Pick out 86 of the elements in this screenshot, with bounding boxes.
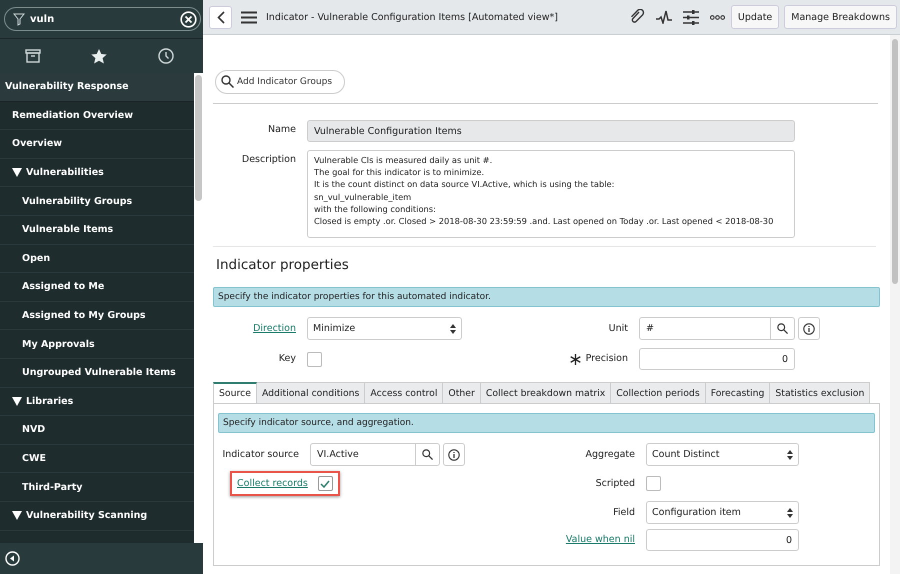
- nav-item[interactable]: Assigned to My Groups: [22, 310, 146, 322]
- clear-icon[interactable]: [180, 11, 197, 28]
- nav-item[interactable]: NVD: [22, 424, 46, 436]
- expanded-triangle-icon[interactable]: [12, 511, 22, 520]
- indicator-groups-field[interactable]: Add Indicator Groups: [215, 70, 345, 94]
- expanded-triangle-icon[interactable]: [12, 168, 22, 178]
- scripted-checkbox[interactable]: [646, 476, 661, 491]
- nav-item[interactable]: Remediation Overview: [12, 110, 134, 121]
- filter-icon: [13, 13, 25, 26]
- expanded-triangle-icon[interactable]: [12, 396, 22, 406]
- value-when-nil-field[interactable]: 0: [646, 529, 799, 551]
- key-checkbox[interactable]: [307, 352, 322, 366]
- field-label: Key: [278, 352, 296, 366]
- sort-arrows-icon: [787, 450, 793, 460]
- search-icon[interactable]: [777, 323, 788, 334]
- field-label: Aggregate: [584, 448, 635, 462]
- nav-item[interactable]: Vulnerabilities: [26, 167, 104, 178]
- more-icon[interactable]: [710, 14, 725, 20]
- nav-item[interactable]: Assigned to Me: [22, 281, 104, 292]
- nav-item[interactable]: CWE: [22, 453, 46, 464]
- check-icon: [320, 480, 330, 488]
- tab[interactable]: Other: [443, 382, 481, 404]
- field-select[interactable]: Configuration item: [646, 501, 799, 524]
- indicator-source-field[interactable]: VI.Active: [310, 443, 440, 466]
- tab[interactable]: Collection periods: [611, 382, 706, 404]
- field-label: Unit: [608, 322, 628, 336]
- field-label: Scripted: [594, 476, 635, 490]
- paperclip-icon[interactable]: [628, 9, 645, 25]
- info-message: Specify the indicator properties for this automated indicator.: [213, 287, 880, 307]
- clock-icon[interactable]: [158, 48, 174, 64]
- tab[interactable]: Additional conditions: [256, 382, 366, 404]
- tab[interactable]: Source: [213, 382, 257, 404]
- field-label: Indicator source: [221, 448, 299, 462]
- aggregate-select[interactable]: Count Distinct: [646, 443, 799, 466]
- tab[interactable]: Collect breakdown matrix: [480, 382, 612, 404]
- precision-field[interactable]: 0: [639, 348, 795, 370]
- collect-records-checkbox[interactable]: [318, 476, 333, 491]
- nav-item[interactable]: Open: [22, 252, 50, 264]
- back-button[interactable]: [209, 6, 232, 28]
- nav-item[interactable]: Vulnerability Scanning: [26, 510, 148, 522]
- info-icon: [803, 322, 815, 334]
- activity-icon[interactable]: [656, 10, 672, 24]
- nav-item[interactable]: Vulnerability Groups: [22, 196, 132, 207]
- description-field[interactable]: Vulnerable CIs is measured daily as unit #. The goal for this indicator is to minimize. It is the count distinct on data source VI.Active, which is using the table: sn_vul_vulnerable_item with the following conditions: Closed is empty .or. Closed > 2018-08-30 23:59:59 .and. Last opened on Today .or. Last opened < 2018-08-30: [307, 150, 795, 238]
- nav-item[interactable]: Libraries: [26, 396, 74, 407]
- scrollbar[interactable]: [890, 35, 900, 574]
- search-icon[interactable]: [422, 449, 433, 460]
- tab[interactable]: Access control: [365, 382, 444, 404]
- info-icon: [448, 448, 460, 460]
- header-button[interactable]: Manage Breakdowns: [784, 5, 897, 29]
- header-button[interactable]: Update: [730, 5, 780, 29]
- unit-field[interactable]: #: [639, 317, 795, 340]
- sort-arrows-icon: [450, 324, 456, 334]
- sort-arrows-icon: [787, 508, 793, 518]
- archive-icon[interactable]: [25, 49, 42, 63]
- info-button[interactable]: [798, 317, 820, 340]
- section-heading: Indicator properties: [216, 257, 350, 273]
- direction-select[interactable]: Minimize: [307, 317, 462, 340]
- value-when-nil-link[interactable]: Value when nil: [484, 530, 635, 550]
- tab[interactable]: Statistics exclusion: [770, 382, 870, 404]
- star-icon[interactable]: [91, 48, 108, 64]
- field-label: Name: [266, 123, 296, 137]
- nav-section-title[interactable]: Vulnerability Response: [0, 73, 194, 102]
- required-icon: [570, 354, 581, 364]
- chevron-left-icon: [216, 10, 224, 24]
- menu-icon[interactable]: [241, 10, 257, 24]
- tab[interactable]: Forecasting: [706, 382, 770, 404]
- filter-field[interactable]: vuln: [4, 7, 201, 31]
- info-message: Specify indicator source, and aggregation.: [218, 413, 875, 433]
- nav-item[interactable]: Vulnerable Items: [22, 224, 114, 236]
- nav-item[interactable]: Third-Party: [22, 482, 82, 493]
- collapse-icon[interactable]: [5, 551, 20, 566]
- nav-item[interactable]: Ungrouped Vulnerable Items: [22, 367, 176, 378]
- collect-records-link[interactable]: Collect records: [237, 478, 308, 489]
- scrollbar[interactable]: [194, 73, 203, 543]
- field-label: Field: [612, 506, 635, 520]
- field-label: Description: [240, 153, 296, 167]
- name-field[interactable]: Vulnerable Configuration Items: [307, 120, 795, 142]
- sliders-icon[interactable]: [682, 10, 699, 24]
- direction-link[interactable]: Direction: [213, 318, 296, 338]
- info-button[interactable]: [443, 443, 465, 466]
- nav-item[interactable]: My Approvals: [22, 338, 95, 350]
- nav-item[interactable]: Overview: [12, 138, 62, 150]
- field-label: Precision: [586, 352, 628, 366]
- form-title: Indicator - Vulnerable Configuration Items [Automated view*]: [266, 12, 558, 22]
- search-icon: [221, 75, 234, 88]
